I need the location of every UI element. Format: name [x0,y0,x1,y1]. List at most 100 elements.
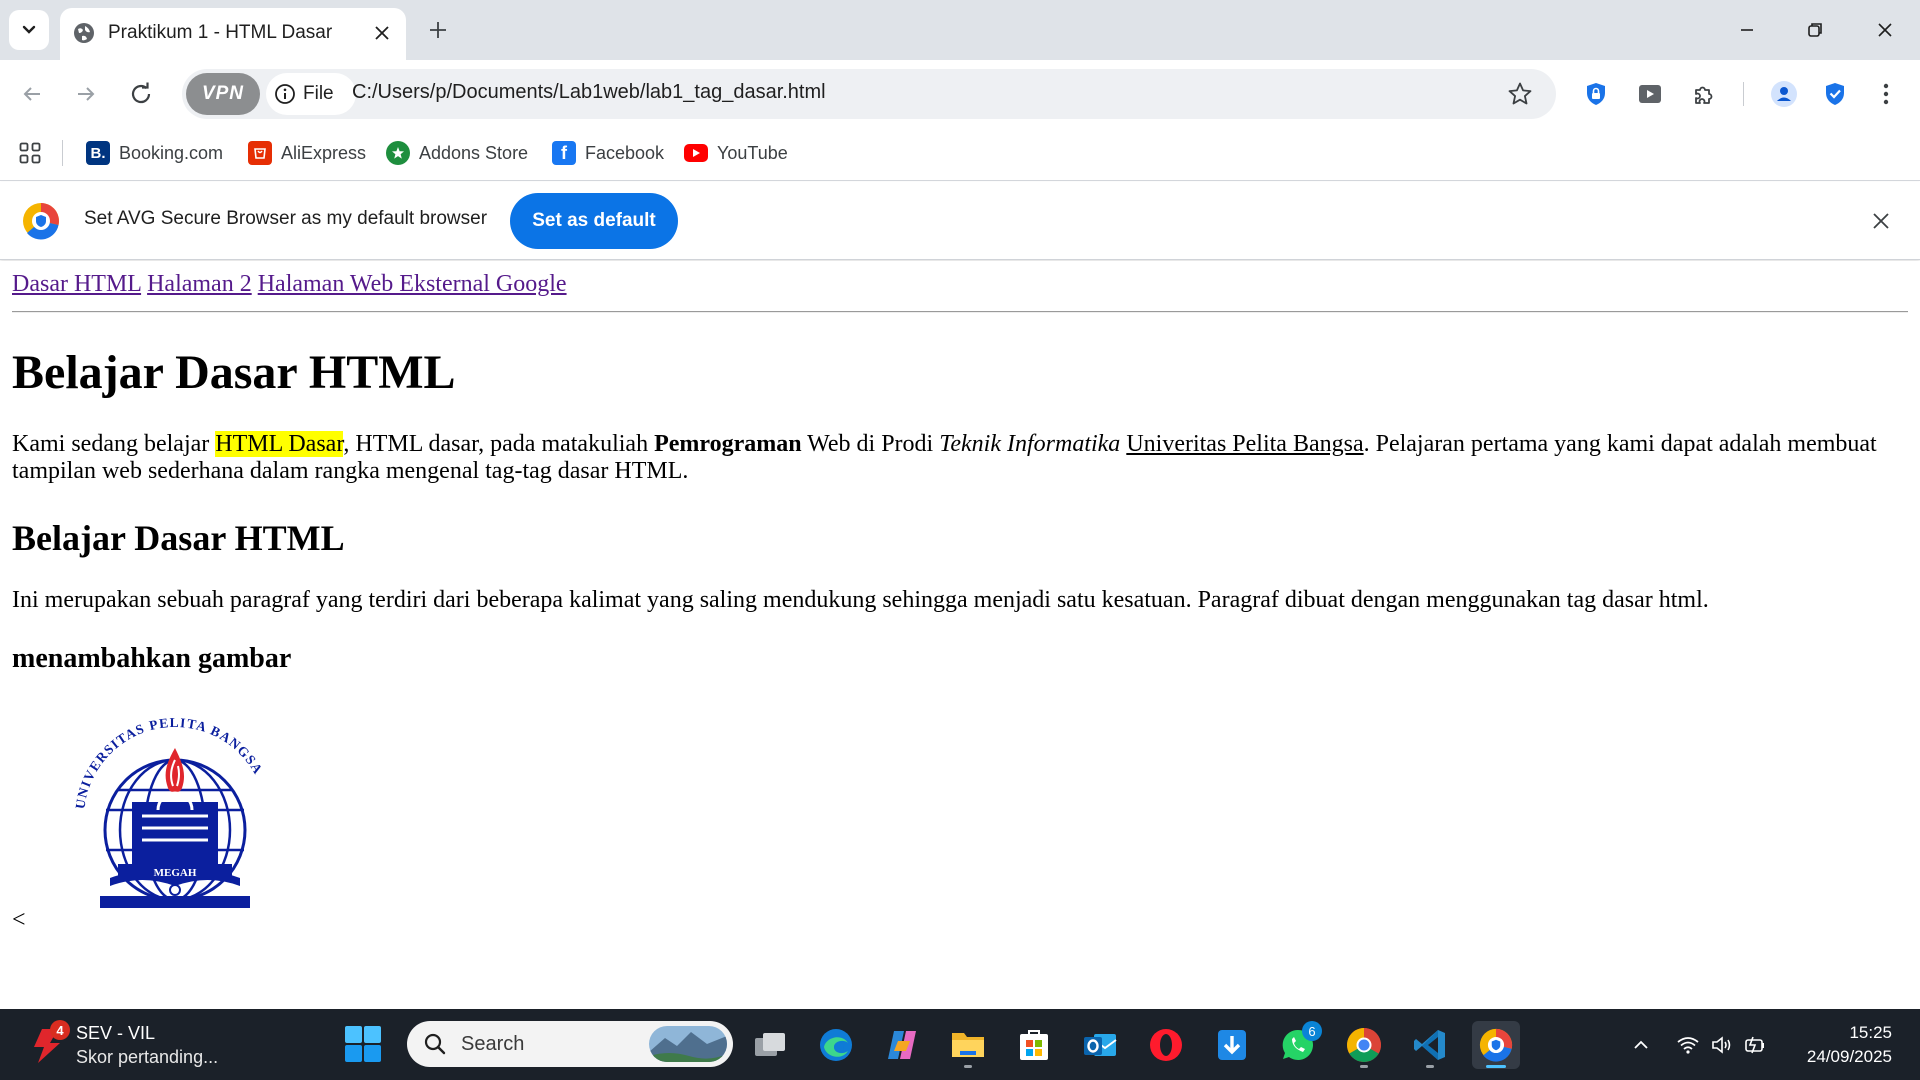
store-icon [1020,1030,1048,1060]
widgets-button[interactable]: 4 SEV - VIL Skor pertanding... [24,1019,244,1071]
reload-button[interactable] [121,74,161,114]
address-bar[interactable]: VPN File C:/Users/p/Documents/Lab1web/la… [182,69,1556,119]
widget-subtitle: Skor pertanding... [76,1047,219,1067]
infobar-close-button[interactable] [1866,206,1896,236]
taskbar-microsoft-store[interactable] [1010,1021,1058,1069]
underlined-text: Univeritas Pelita Bangsa [1126,431,1364,457]
minimize-button[interactable] [1724,8,1770,52]
taskbar-whatsapp[interactable]: 6 [1274,1021,1322,1069]
bookmark-aliexpress[interactable]: AliExpress [248,138,366,168]
taskbar-downloader[interactable] [1208,1021,1256,1069]
puzzle-icon [1695,86,1713,104]
windows-logo-icon [345,1026,381,1062]
widget-title: SEV - VIL [76,1023,156,1043]
battery-charging-icon [1745,1036,1764,1054]
taskbar-copilot[interactable] [878,1021,926,1069]
widget-badge: 4 [50,1020,70,1040]
windows-taskbar: 4 SEV - VIL Skor pertanding... Search 6 … [0,1009,1920,1080]
taskbar-outlook[interactable] [1076,1021,1124,1069]
url-text[interactable]: C:/Users/p/Documents/Lab1web/lab1_tag_da… [352,81,826,104]
security-shield-button[interactable] [1817,76,1853,112]
facebook-icon: f [552,141,576,165]
avg-browser-logo-icon [23,203,59,240]
show-hidden-icons-button[interactable] [1627,1031,1655,1059]
search-highlight-image [649,1026,727,1062]
taskbar-opera[interactable] [1142,1021,1190,1069]
tab-search-button[interactable] [9,10,49,50]
active-tab[interactable]: Praktikum 1 - HTML Dasar [60,8,406,60]
arrow-left-icon [23,87,40,101]
taskbar-chrome[interactable] [1340,1021,1388,1069]
tab-close-button[interactable] [368,19,396,47]
taskbar-file-explorer[interactable] [944,1021,992,1069]
page-nav: Dasar HTML Halaman 2 Halaman Web Ekstern… [12,271,567,298]
bookmark-addons-store[interactable]: Addons Store [386,138,528,168]
wifi-icon [1677,1037,1699,1054]
bookmark-facebook[interactable]: f Facebook [552,138,664,168]
edge-icon [820,1029,852,1061]
close-window-button[interactable] [1862,8,1908,52]
task-view-icon [755,1033,785,1056]
nav-link-dasar-html[interactable]: Dasar HTML [12,271,141,297]
addons-store-icon [386,141,410,165]
close-icon [1878,23,1892,37]
italic-text: Teknik Informatika [939,431,1121,457]
minimize-icon [1741,29,1753,31]
reload-icon [131,82,151,104]
clock-time: 15:25 [1849,1023,1892,1042]
clock-date: 24/09/2025 [1806,1047,1892,1066]
start-button[interactable] [344,1025,382,1063]
battery-button[interactable] [1742,1031,1770,1059]
second-paragraph: Ini merupakan sebuah paragraf yang terdi… [12,587,1709,613]
chevron-up-icon [1634,1040,1648,1049]
youtube-icon [684,144,708,162]
arrow-right-icon [78,87,95,101]
forward-button[interactable] [66,74,106,114]
globe-icon [74,23,94,43]
apps-button[interactable] [16,139,44,167]
taskbar-avg-browser[interactable] [1472,1021,1520,1069]
chrome-icon [1347,1028,1381,1062]
set-as-default-button[interactable]: Set as default [510,193,678,249]
close-icon [1873,213,1889,229]
tab-title: Praktikum 1 - HTML Dasar [108,22,333,43]
media-extension[interactable] [1632,76,1668,112]
copilot-icon [888,1031,916,1059]
browser-menu-button[interactable] [1868,76,1904,112]
nav-link-google[interactable]: Halaman Web Eksternal Google [258,271,567,297]
site-info-button[interactable]: File [266,73,356,115]
info-icon [275,84,295,104]
volume-button[interactable] [1708,1031,1736,1059]
page-heading-3: menambahkan gambar [12,643,292,674]
privacy-lock-extension[interactable] [1578,76,1614,112]
new-tab-button[interactable] [422,14,454,46]
taskbar-edge[interactable] [812,1021,860,1069]
network-button[interactable] [1674,1031,1702,1059]
bold-text: Pemrograman [654,431,802,457]
shield-lock-icon [1587,83,1605,105]
vpn-button[interactable]: VPN [186,73,260,115]
intro-paragraph: Kami sedang belajar HTML Dasar, HTML das… [12,431,1877,484]
bookmark-booking[interactable]: B. Booking.com [86,138,223,168]
avg-browser-icon [1479,1028,1513,1062]
logo-banner-text: MEGAH [154,867,197,879]
close-icon [375,26,389,40]
taskbar-search[interactable]: Search [407,1021,733,1067]
restore-button[interactable] [1792,8,1838,52]
running-indicator [1360,1065,1368,1068]
bookmark-youtube[interactable]: YouTube [684,138,788,168]
outlook-icon [1084,1034,1117,1056]
apps-grid-icon [19,142,41,164]
back-button[interactable] [12,74,52,114]
highlighted-text: HTML Dasar [215,431,344,457]
web-page-content: Dasar HTML Halaman 2 Halaman Web Ekstern… [0,261,1920,1009]
bookmark-star-button[interactable] [1504,78,1536,110]
page-heading-1: Belajar Dasar HTML [12,346,456,399]
taskbar-vscode[interactable] [1406,1021,1454,1069]
task-view-button[interactable] [746,1021,794,1069]
restore-icon [1808,23,1822,37]
extensions-button[interactable] [1686,76,1722,112]
nav-link-halaman-2[interactable]: Halaman 2 [147,271,252,297]
system-clock[interactable]: 15:25 24/09/2025 [1807,1021,1892,1069]
profile-button[interactable] [1766,76,1802,112]
